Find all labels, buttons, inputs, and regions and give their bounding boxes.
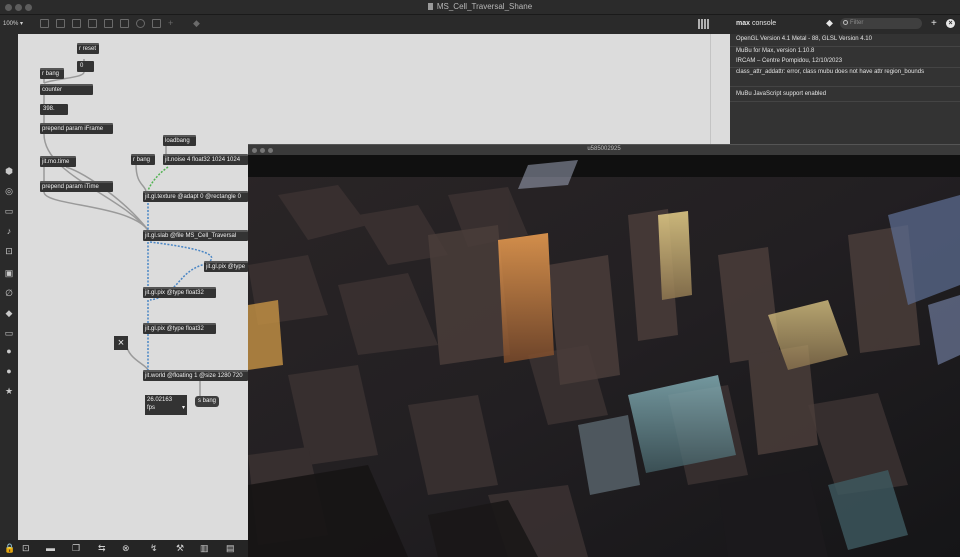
snippet-icon[interactable]: ◆: [4, 308, 14, 318]
search-icon: [843, 20, 848, 25]
cord: [43, 191, 149, 231]
prepend-iframe-object[interactable]: prepend param iFrame: [40, 123, 113, 134]
number-box[interactable]: 0: [77, 61, 94, 72]
console-divider: [730, 86, 960, 87]
cord: [135, 163, 147, 192]
cube-icon[interactable]: ⬢: [4, 166, 14, 176]
message-icon[interactable]: [56, 19, 65, 28]
presentation-icon[interactable]: ⊡: [22, 543, 30, 553]
console-title-bold: max: [736, 20, 751, 27]
console-divider: [730, 46, 960, 47]
jit-gl-texture-object[interactable]: jit.gl.texture @adapt 0 @rectangle 0: [143, 191, 248, 202]
left-sidebar: ⬢ ◎ ▭ ♪ ⊡ ▣ ∅ ◆ ▭ ● ● ★: [0, 34, 18, 540]
clip-icon[interactable]: ∅: [4, 288, 14, 298]
preset-icon[interactable]: [152, 19, 161, 28]
wrench-icon[interactable]: ⚒: [176, 543, 184, 553]
r-bang-object[interactable]: r bang: [40, 68, 64, 79]
filter-input[interactable]: Filter: [840, 18, 922, 29]
jitter-cord: [149, 241, 213, 262]
comment-icon[interactable]: [104, 19, 113, 28]
s-bang-object[interactable]: s bang: [195, 396, 219, 407]
console-divider: [730, 101, 960, 102]
zoom-level[interactable]: 100% ▾: [3, 20, 23, 27]
new-object-icon[interactable]: [40, 19, 49, 28]
render-window-title: u585002925: [587, 146, 621, 152]
jit-mo-time-object[interactable]: jit.mo.time: [40, 156, 76, 167]
toggle-icon[interactable]: [72, 19, 81, 28]
loadbang-object[interactable]: loadbang: [163, 135, 196, 146]
dial-icon[interactable]: [136, 19, 145, 28]
console-title: max console: [736, 20, 776, 27]
lock-icon[interactable]: 🔒: [4, 543, 15, 553]
console-title-rest: console: [750, 20, 777, 27]
add-icon[interactable]: +: [168, 18, 173, 28]
jit-gl-pix-object[interactable]: jit.gl.pix @type float32: [143, 287, 216, 298]
filter-placeholder: Filter: [850, 20, 864, 26]
jit-noise-object[interactable]: jit.noise 4 float32 1024 1024: [163, 154, 248, 165]
toggle-x[interactable]: ×: [114, 336, 128, 350]
cord: [125, 340, 149, 371]
jit-world-object[interactable]: jit.world @floating 1 @size 1280 720: [143, 370, 248, 381]
jit-gl-pix-object[interactable]: jit.gl.pix @type float32: [143, 323, 216, 334]
paint-icon[interactable]: ◆: [193, 18, 200, 28]
cord-icon[interactable]: ⊗: [122, 543, 130, 553]
fps-display[interactable]: 26.02163 fps ▾: [145, 395, 187, 415]
fps-unit-menu[interactable]: fps ▾: [147, 404, 185, 412]
r-bang-object[interactable]: r bang: [131, 154, 155, 165]
window-title: MS_Cell_Traversal_Shane: [436, 2, 533, 11]
debug-icon[interactable]: ▭: [4, 328, 14, 338]
inspector-icon[interactable]: ⊡: [4, 246, 14, 256]
window-title-wrap: MS_Cell_Traversal_Shane: [0, 2, 960, 11]
piano-icon[interactable]: ▥: [200, 543, 209, 553]
object-icon[interactable]: ▭: [4, 206, 14, 216]
options-icon[interactable]: ⬥: [826, 18, 833, 29]
console-line[interactable]: MuBu JavaScript support enabled: [736, 91, 826, 97]
comment-icon[interactable]: ▬: [46, 543, 55, 553]
button-icon[interactable]: [88, 19, 97, 28]
render-window[interactable]: u585002925: [248, 144, 960, 557]
console-header: max console ⬥ Filter + ×: [730, 15, 960, 34]
chevron-down-icon: ▾: [181, 405, 185, 411]
fps-unit: fps: [147, 405, 156, 411]
max-app: MS_Cell_Traversal_Shane 100% ▾ + ◆ max c…: [0, 0, 960, 557]
console-line[interactable]: OpenGL Version 4.1 Metal - 88, GLSL Vers…: [736, 36, 872, 42]
rendered-scene-image: [248, 155, 960, 557]
console-divider: [730, 67, 960, 68]
jit-gl-slab-object[interactable]: jit.gl.slab @file MS_Cell_Traversal: [143, 230, 248, 241]
prepend-itime-object[interactable]: prepend param iTime: [40, 181, 113, 192]
title-bar: MS_Cell_Traversal_Shane: [0, 0, 960, 15]
signal-cord: [147, 166, 169, 192]
link-icon[interactable]: ⇆: [98, 543, 106, 553]
counter-object[interactable]: counter: [40, 84, 93, 95]
star-icon[interactable]: ★: [4, 386, 14, 396]
jit-gl-pix-object[interactable]: jit.gl.pix @type: [204, 261, 248, 272]
zoom-value: 100%: [3, 21, 19, 27]
close-icon[interactable]: ×: [946, 19, 955, 28]
help-icon[interactable]: ●: [4, 366, 14, 376]
layers-icon[interactable]: ❐: [72, 543, 80, 553]
max-console: OpenGL Version 4.1 Metal - 88, GLSL Vers…: [730, 34, 960, 144]
console-line[interactable]: MuBu for Max, version 1.10.8: [736, 48, 814, 54]
fps-value: 26.02163: [147, 397, 173, 403]
render-output: [248, 155, 960, 557]
console-line[interactable]: class_attr_addattr: error, class mubu do…: [736, 69, 924, 75]
number-box[interactable]: 398.: [40, 104, 68, 115]
add-icon[interactable]: +: [931, 18, 937, 29]
grid-icon[interactable]: [698, 19, 709, 29]
info-icon[interactable]: ●: [4, 346, 14, 356]
note-icon[interactable]: ♪: [4, 226, 14, 236]
image-icon[interactable]: ▣: [4, 268, 14, 278]
console-line[interactable]: IRCAM – Centre Pompidou, 12/10/2023: [736, 58, 842, 64]
slider-icon[interactable]: [120, 19, 129, 28]
document-icon: [427, 3, 433, 10]
keyboard-icon[interactable]: ▤: [226, 543, 235, 553]
r-reset-object[interactable]: r reset: [77, 43, 99, 54]
target-icon[interactable]: ◎: [4, 186, 14, 196]
render-window-titlebar[interactable]: u585002925: [248, 144, 960, 155]
cord-icon[interactable]: ↯: [150, 543, 158, 553]
